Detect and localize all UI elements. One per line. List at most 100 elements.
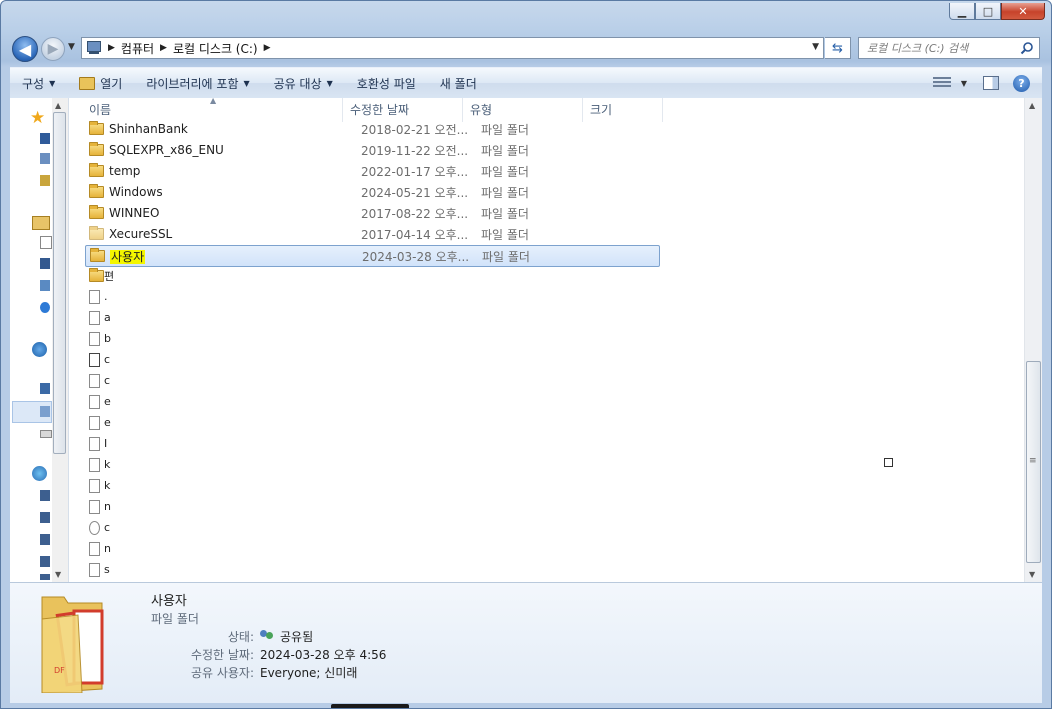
local-disk-icon[interactable]	[40, 406, 50, 417]
breadcrumb-local-disk[interactable]: 로컬 디스크 (C:)	[173, 40, 258, 57]
config-file-icon[interactable]	[89, 353, 100, 367]
list-item-partial[interactable]: k	[104, 458, 110, 471]
network-icon[interactable]	[32, 466, 47, 481]
nav-scroll-thumb[interactable]	[53, 112, 66, 454]
organize-button[interactable]: 구성 ▼	[10, 68, 67, 98]
file-icon[interactable]	[89, 542, 100, 556]
table-row[interactable]: WINNEO 2017-08-22 오후... 파일 폴더	[85, 203, 660, 223]
change-view-icon[interactable]	[932, 77, 951, 89]
list-item-partial[interactable]: c	[104, 521, 110, 534]
desktop-icon[interactable]	[40, 133, 50, 144]
include-in-library-button[interactable]: 라이브러리에 포함 ▼	[134, 68, 261, 98]
highlighted-name: 사용자	[110, 249, 146, 264]
table-row[interactable]: XecureSSL 2017-04-14 오후... 파일 폴더	[85, 224, 660, 244]
list-item-partial[interactable]: e	[104, 395, 111, 408]
list-item-partial[interactable]: 편	[104, 268, 114, 284]
libraries-icon[interactable]	[32, 216, 50, 230]
file-date: 2017-08-22 오후...	[361, 206, 469, 221]
list-item-partial[interactable]: .	[104, 290, 108, 303]
folder-icon[interactable]	[89, 268, 104, 282]
pictures-icon[interactable]	[40, 280, 50, 291]
favorites-star-icon[interactable]: ★	[30, 108, 45, 128]
scroll-up-icon[interactable]: ▲	[55, 101, 61, 110]
music-icon[interactable]	[40, 302, 50, 313]
address-dropdown-icon[interactable]: ▼	[812, 42, 819, 52]
file-type: 파일 폴더	[481, 185, 529, 200]
file-icon[interactable]	[89, 332, 100, 346]
file-name: WINNEO	[109, 206, 160, 220]
file-date: 2019-11-22 오전...	[361, 143, 469, 158]
list-item-partial[interactable]: n	[104, 500, 111, 513]
table-row[interactable]: Windows 2024-05-21 오후... 파일 폴더	[85, 182, 660, 202]
forward-button[interactable]: ▶	[41, 37, 65, 61]
file-type: 파일 폴더	[481, 206, 529, 221]
search-box	[858, 37, 1040, 59]
refresh-button[interactable]: ⇆	[825, 37, 851, 59]
table-row-selected[interactable]: 사용자 2024-03-28 오후... 파일 폴더	[85, 245, 660, 267]
scroll-up-icon[interactable]: ▲	[1029, 101, 1035, 110]
file-icon[interactable]	[89, 500, 100, 514]
downloads-icon[interactable]	[40, 153, 50, 164]
new-folder-button[interactable]: 새 폴더	[428, 68, 489, 98]
open-button[interactable]: 열기	[67, 68, 134, 98]
network-computer-icon[interactable]	[40, 556, 50, 567]
back-button[interactable]: ◀	[12, 36, 38, 62]
file-icon[interactable]	[89, 374, 100, 388]
search-icon[interactable]	[1020, 41, 1034, 55]
file-icon[interactable]	[89, 311, 100, 325]
recent-places-icon[interactable]	[40, 175, 50, 186]
search-input[interactable]	[865, 40, 1019, 56]
documents-icon[interactable]	[40, 236, 52, 249]
modified-value: 2024-03-28 오후 4:56	[260, 648, 387, 662]
file-icon[interactable]	[89, 563, 100, 577]
view-dropdown-icon[interactable]: ▼	[961, 79, 967, 88]
list-item-partial[interactable]: b	[104, 332, 111, 345]
breadcrumb-chevron-icon[interactable]: ▶	[108, 43, 115, 53]
preview-pane-icon[interactable]	[983, 76, 999, 90]
file-list-scrollbar[interactable]: ▲ ≡ ▼	[1024, 98, 1042, 582]
homegroup-icon[interactable]	[32, 342, 47, 357]
list-item-partial[interactable]: e	[104, 416, 111, 429]
network-computer-icon[interactable]	[40, 534, 50, 545]
list-item-partial[interactable]: s	[104, 563, 110, 576]
file-icon[interactable]	[89, 458, 100, 472]
minimize-button[interactable]: ▁	[949, 3, 975, 20]
network-computer-icon[interactable]	[40, 574, 50, 580]
settings-file-icon[interactable]	[89, 521, 100, 535]
file-icon[interactable]	[89, 479, 100, 493]
share-with-button[interactable]: 공유 대상 ▼	[262, 68, 345, 98]
column-modified-label: 수정한 날짜	[350, 103, 410, 117]
details-modified-row: 수정한 날짜: 2024-03-28 오후 4:56	[130, 646, 386, 663]
nav-scrollbar[interactable]: ▲ ▼	[52, 98, 68, 582]
breadcrumb-chevron-icon[interactable]: ▶	[160, 43, 167, 53]
table-row[interactable]: temp 2022-01-17 오후... 파일 폴더	[85, 161, 660, 181]
close-button[interactable]: ✕	[1001, 3, 1045, 20]
recent-pages-dropdown[interactable]: ▼	[68, 42, 75, 52]
file-type: 파일 폴더	[481, 164, 529, 179]
list-item-partial[interactable]: I	[104, 437, 107, 450]
file-icon[interactable]	[89, 395, 100, 409]
videos-icon[interactable]	[40, 258, 50, 269]
network-computer-icon[interactable]	[40, 512, 50, 523]
file-icon[interactable]	[89, 290, 100, 304]
list-item-partial[interactable]: c	[104, 353, 110, 366]
file-icon[interactable]	[89, 416, 100, 430]
list-item-partial[interactable]: n	[104, 542, 111, 555]
breadcrumb-computer[interactable]: 컴퓨터	[121, 40, 154, 57]
table-row[interactable]: ShinhanBank 2018-02-21 오전... 파일 폴더	[85, 119, 660, 139]
scroll-down-icon[interactable]: ▼	[1029, 570, 1035, 579]
drive-icon[interactable]	[40, 430, 52, 438]
scroll-down-icon[interactable]: ▼	[55, 570, 61, 579]
list-item-partial[interactable]: a	[104, 311, 111, 324]
computer-icon[interactable]	[40, 383, 50, 394]
network-computer-icon[interactable]	[40, 490, 50, 501]
maximize-button[interactable]: □	[975, 3, 1001, 20]
list-item-partial[interactable]: c	[104, 374, 110, 387]
compatibility-files-button[interactable]: 호환성 파일	[345, 68, 428, 98]
breadcrumb-chevron-icon[interactable]: ▶	[264, 43, 271, 53]
table-row[interactable]: SQLEXPR_x86_ENU 2019-11-22 오전... 파일 폴더	[85, 140, 660, 160]
list-item-partial[interactable]: k	[104, 479, 110, 492]
address-bar[interactable]: ▶ 컴퓨터 ▶ 로컬 디스크 (C:) ▶ ▼	[81, 37, 824, 59]
help-icon[interactable]: ?	[1013, 74, 1030, 92]
file-icon[interactable]	[89, 437, 100, 451]
